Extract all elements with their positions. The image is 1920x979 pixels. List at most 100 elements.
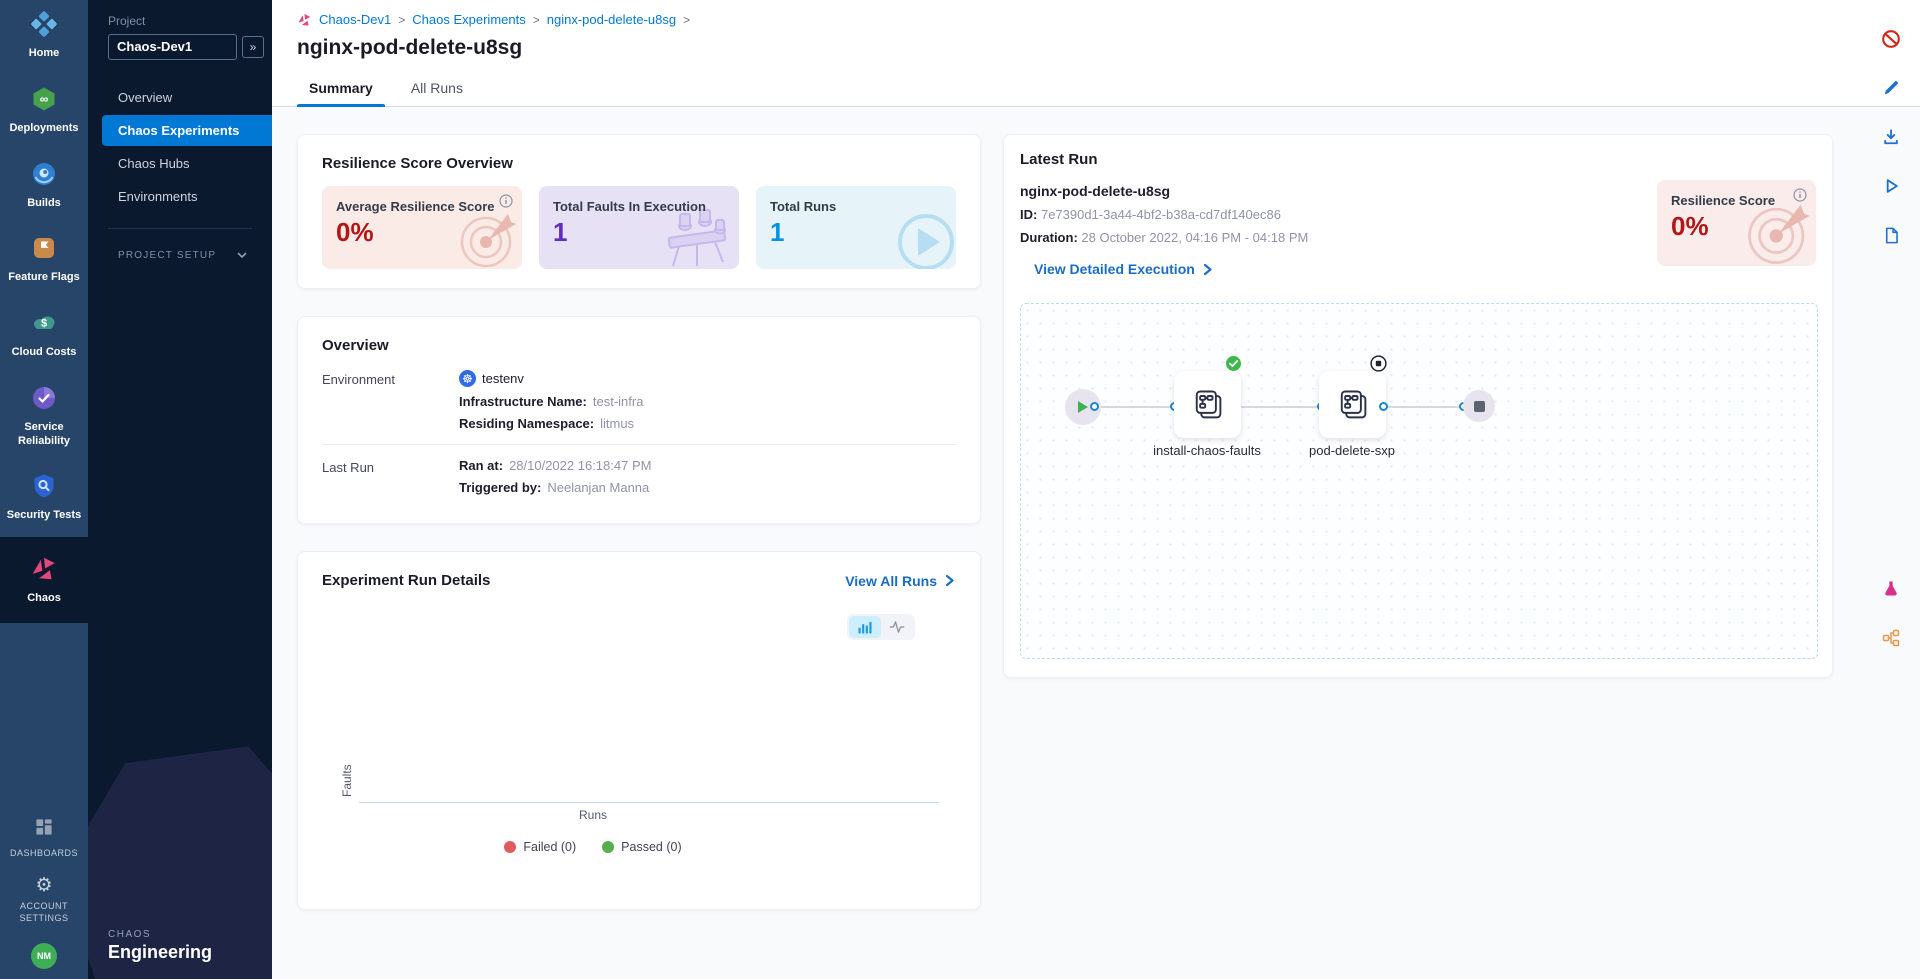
triggered-by-value: Neelanjan Manna (547, 480, 649, 495)
pipeline-node-label: pod-delete-sxp (1297, 442, 1407, 460)
tab-bar: Summary All Runs (297, 72, 1860, 106)
sidebar-item-chaos[interactable]: Chaos (0, 537, 88, 623)
breadcrumb-link[interactable]: Chaos Experiments (412, 12, 525, 27)
sidebar-item-account-settings[interactable]: ⚙ ACCOUNT SETTINGS (0, 868, 88, 933)
card-title: Experiment Run Details (322, 572, 490, 589)
connector-dot[interactable] (1379, 402, 1388, 411)
file-icon (1882, 226, 1901, 245)
fault-step-icon (1190, 387, 1226, 423)
line-chart-toggle-button[interactable] (881, 616, 913, 638)
project-selector[interactable]: Chaos-Dev1 (108, 34, 237, 60)
breadcrumb-link[interactable]: Chaos-Dev1 (319, 12, 391, 27)
triggered-by-label: Triggered by: (459, 480, 541, 495)
resilience-score-tile: Resilience Score 0% (1657, 180, 1816, 266)
connector-dot[interactable] (1090, 402, 1099, 411)
overview-card: Overview Environment ☸ testenv Infrastru… (297, 316, 981, 524)
card-title: Overview (322, 337, 956, 354)
run-id-label: ID: (1020, 207, 1037, 222)
sidebar-divider (108, 228, 252, 229)
project-label: Project (108, 14, 272, 28)
info-icon[interactable] (1793, 188, 1807, 207)
sidebar-item-builds[interactable]: Builds (0, 150, 88, 222)
security-tests-icon (31, 473, 57, 504)
pipeline-node-pod-delete[interactable] (1319, 371, 1386, 438)
chaos-faults-button[interactable] (1876, 574, 1906, 604)
legend-item-failed[interactable]: Failed (0) (504, 840, 576, 854)
builds-icon (31, 161, 57, 192)
left-column: Resilience Score Overview Average Resili… (297, 134, 981, 979)
view-all-runs-label: View All Runs (845, 573, 937, 589)
breadcrumb-separator: > (398, 13, 405, 27)
project-menu: Overview Chaos Experiments Chaos Hubs En… (88, 82, 272, 212)
stat-value: 0% (336, 217, 508, 248)
chevron-right-icon (943, 574, 956, 587)
stat-tiles: Average Resilience Score 0% Total Faults… (322, 186, 956, 269)
right-column: Latest Run nginx-pod-delete-u8sg ID: 7e7… (1003, 134, 1833, 979)
card-title: Resilience Score Overview (322, 155, 956, 172)
stat-value: 1 (553, 217, 725, 248)
stat-label: Average Resilience Score (336, 199, 508, 214)
cloud-costs-icon: $ (31, 310, 57, 341)
view-all-runs-link[interactable]: View All Runs (845, 573, 956, 589)
tab-summary[interactable]: Summary (297, 72, 385, 106)
chaos-breadcrumb-icon (297, 12, 312, 27)
run-id-value: 7e7390d1-3a44-4bf2-b38a-cd7df140ec86 (1041, 207, 1281, 222)
pipeline-node-install-chaos-faults[interactable] (1174, 371, 1241, 438)
download-manifest-button[interactable] (1876, 122, 1906, 152)
sidebar-item-dashboards[interactable]: DASHBOARDS (0, 808, 88, 868)
sidebar-item-security-tests[interactable]: Security Tests (0, 462, 88, 534)
pipeline-canvas[interactable]: install-chaos-faults pod-delete-sxp (1020, 303, 1818, 659)
info-icon[interactable] (499, 194, 513, 213)
breadcrumb-separator: > (683, 13, 690, 27)
product-brand: CHAOS Engineering (108, 929, 212, 963)
pipeline-view-button[interactable] (1876, 623, 1906, 653)
card-title: Latest Run (1020, 151, 1816, 168)
chart-type-toggle (847, 614, 915, 640)
duration-value: 28 October 2022, 04:16 PM - 04:18 PM (1081, 230, 1308, 245)
breadcrumb-link[interactable]: nginx-pod-delete-u8sg (547, 12, 676, 27)
pencil-icon (1881, 78, 1901, 98)
sidebar-item-label: Deployments (9, 122, 78, 136)
sidebar-item-chaos-hubs[interactable]: Chaos Hubs (88, 148, 272, 179)
sidebar-item-environments[interactable]: Environments (88, 181, 272, 212)
pipeline-end-node[interactable] (1463, 390, 1495, 422)
sidebar-item-cloud-costs[interactable]: $ Cloud Costs (0, 299, 88, 371)
fault-step-icon (1335, 387, 1371, 423)
ran-at-label: Ran at: (459, 458, 503, 473)
sidebar-item-overview[interactable]: Overview (88, 82, 272, 113)
tab-all-runs[interactable]: All Runs (399, 72, 475, 106)
view-detailed-execution-link[interactable]: View Detailed Execution (1034, 261, 1214, 277)
sidebar-item-feature-flags[interactable]: Feature Flags (0, 224, 88, 296)
chart-y-axis-label: Faults (340, 647, 354, 797)
project-setup-toggle[interactable]: PROJECT SETUP (118, 249, 248, 261)
legend-label: Passed (0) (621, 840, 681, 854)
infrastructure-name-label: Infrastructure Name: (459, 394, 587, 409)
sidebar-item-service-reliability[interactable]: Service Reliability (0, 374, 88, 460)
user-avatar[interactable]: NM (31, 943, 57, 969)
breadcrumb-separator: > (533, 13, 540, 27)
bar-chart-icon (856, 619, 874, 635)
svg-text:∞: ∞ (40, 92, 49, 106)
bar-chart-toggle-button[interactable] (849, 616, 881, 638)
disable-experiment-button[interactable] (1876, 24, 1906, 54)
pulse-line-icon (888, 619, 906, 635)
node-tree-icon (1881, 628, 1901, 648)
legend-item-passed[interactable]: Passed (0) (602, 840, 681, 854)
edit-experiment-button[interactable] (1876, 73, 1906, 103)
chevron-down-icon (236, 249, 248, 261)
app-root: Home ∞ Deployments Builds Feature Flags … (0, 0, 1920, 979)
chevron-right-icon (1201, 263, 1214, 276)
experiment-toolbar (1870, 0, 1912, 979)
sidebar-item-chaos-experiments[interactable]: Chaos Experiments (102, 115, 272, 146)
view-manifest-button[interactable] (1876, 220, 1906, 250)
sidebar-item-home[interactable]: Home (0, 0, 88, 72)
deployments-icon: ∞ (31, 86, 57, 117)
stat-value: 1 (770, 217, 942, 248)
stat-tile-total-runs: Total Runs 1 (756, 186, 956, 269)
run-experiment-button[interactable] (1876, 171, 1906, 201)
sidebar-item-deployments[interactable]: ∞ Deployments (0, 75, 88, 147)
stat-label: Resilience Score (1671, 193, 1802, 208)
sidebar-item-label: Home (29, 47, 60, 61)
expand-projects-button[interactable]: » (242, 36, 264, 58)
legend-label: Failed (0) (523, 840, 576, 854)
